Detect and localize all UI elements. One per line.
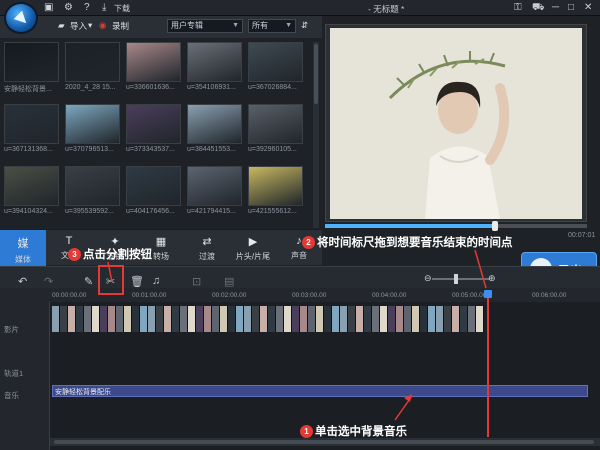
- annotation-arrows: [107, 249, 487, 421]
- arrow-step3: [107, 261, 113, 283]
- app-logo: [4, 2, 38, 34]
- arrow-step2: [474, 249, 487, 289]
